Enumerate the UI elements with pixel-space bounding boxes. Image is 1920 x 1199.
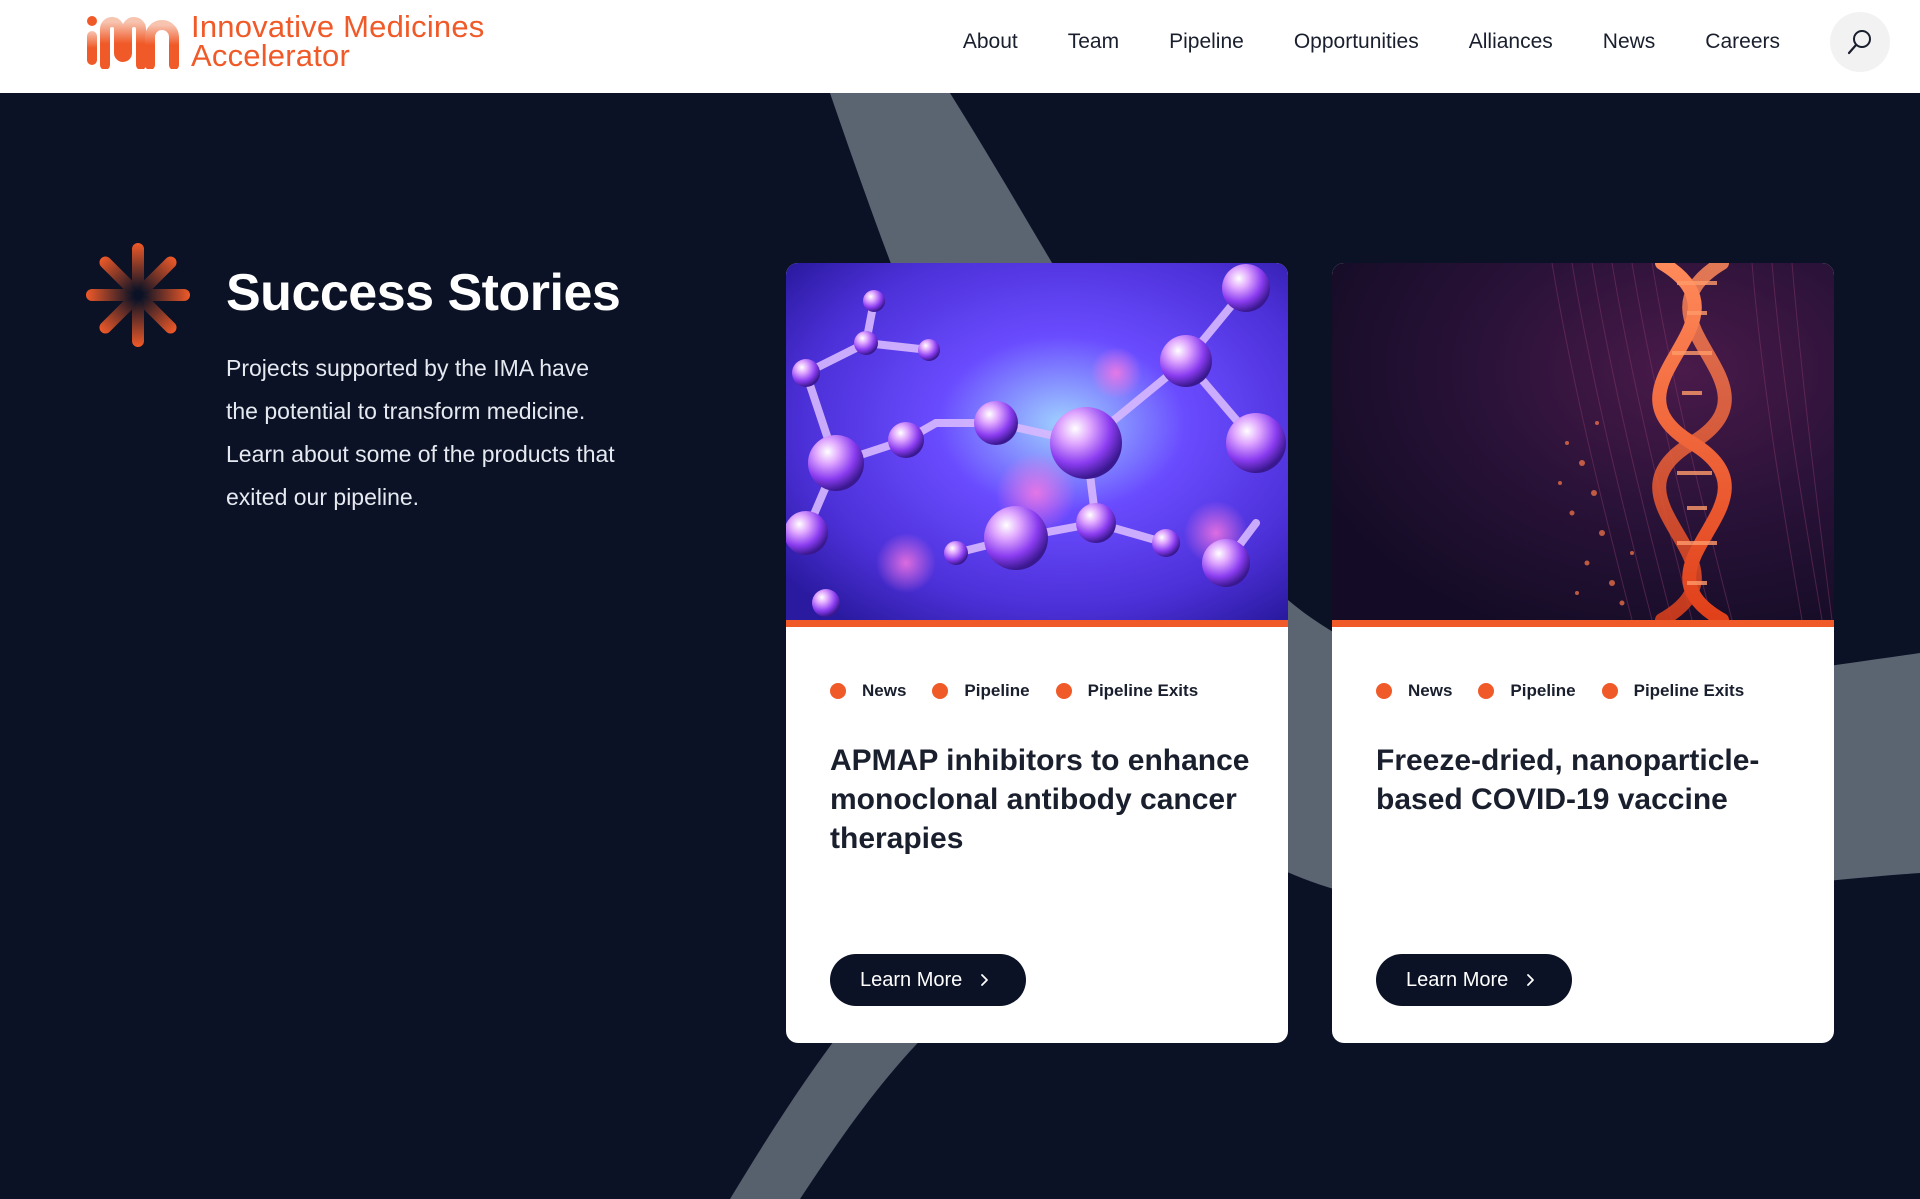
- logo-wordmark-line2: Accelerator: [191, 38, 350, 73]
- success-stories-section: Success Stories Projects supported by th…: [0, 93, 1920, 1199]
- tag-label: Pipeline: [964, 681, 1030, 700]
- card-title[interactable]: APMAP inhibitors to enhance monoclonal a…: [830, 741, 1250, 858]
- search-icon: [1847, 30, 1871, 55]
- tag-pipeline-exits[interactable]: Pipeline Exits: [1055, 681, 1199, 701]
- tag-news[interactable]: News: [830, 681, 906, 701]
- tag-label: News: [862, 681, 907, 700]
- tag-dot: [1376, 683, 1392, 699]
- molecules-image: [786, 263, 1288, 620]
- tag-news[interactable]: News: [1376, 681, 1452, 701]
- nav-about[interactable]: About: [963, 30, 1018, 54]
- tag-dot: [932, 683, 949, 699]
- nav-news[interactable]: News: [1603, 30, 1656, 54]
- card-title[interactable]: Freeze-dried, nanoparticle-based COVID-1…: [1376, 741, 1796, 819]
- site-header: Innovative Medicines Accelerator About T…: [0, 0, 1920, 93]
- nav-opportunities[interactable]: Opportunities: [1294, 30, 1419, 54]
- nav-pipeline[interactable]: Pipeline: [1169, 30, 1244, 54]
- learn-more-label: Learn More: [860, 968, 963, 991]
- main-nav: About Team Pipeline Opportunities Allian…: [963, 0, 1780, 84]
- learn-more-label: Learn More: [1406, 968, 1509, 991]
- chevron-right-icon: [981, 974, 989, 986]
- tag-label: Pipeline Exits: [1633, 681, 1745, 700]
- tag-label: News: [1408, 681, 1453, 700]
- site-logo[interactable]: Innovative Medicines Accelerator: [86, 9, 485, 73]
- card-accent-bar: [786, 620, 1288, 627]
- learn-more-button[interactable]: Learn More: [1376, 954, 1572, 1006]
- tag-pipeline-exits[interactable]: Pipeline Exits: [1601, 681, 1745, 701]
- story-card: News Pipeline Pipeline Exits Freeze-drie…: [1332, 263, 1834, 1043]
- ima-logo-mark: [87, 16, 179, 69]
- learn-more-button[interactable]: Learn More: [830, 954, 1026, 1006]
- nav-careers[interactable]: Careers: [1705, 30, 1780, 54]
- tag-label: Pipeline: [1510, 681, 1576, 700]
- tag-pipeline[interactable]: Pipeline: [1478, 681, 1576, 701]
- tag-dot: [1601, 683, 1618, 699]
- tag-dot: [1478, 683, 1495, 699]
- dna-helix-image: [1332, 263, 1834, 620]
- section-title: Success Stories: [226, 264, 621, 322]
- tag-label: Pipeline Exits: [1087, 681, 1199, 700]
- tag-list: News Pipeline Pipeline Exits: [830, 681, 1224, 701]
- nav-team[interactable]: Team: [1068, 30, 1119, 54]
- tag-dot: [830, 683, 846, 699]
- starburst-icon: [86, 243, 190, 347]
- chevron-right-icon: [1527, 974, 1535, 986]
- story-card: News Pipeline Pipeline Exits APMAP inhib…: [786, 263, 1288, 1043]
- logo-wordmark-line1: Innovative Medicines: [191, 9, 485, 44]
- tag-list: News Pipeline Pipeline Exits: [1376, 681, 1770, 701]
- nav-alliances[interactable]: Alliances: [1469, 30, 1553, 54]
- tag-dot: [1055, 683, 1072, 699]
- search-button[interactable]: [1830, 12, 1890, 72]
- tag-pipeline[interactable]: Pipeline: [932, 681, 1030, 701]
- card-accent-bar: [1332, 620, 1834, 627]
- logo-wordmark: Innovative Medicines Accelerator: [191, 9, 485, 73]
- section-description: Projects supported by the IMA have the p…: [226, 355, 615, 510]
